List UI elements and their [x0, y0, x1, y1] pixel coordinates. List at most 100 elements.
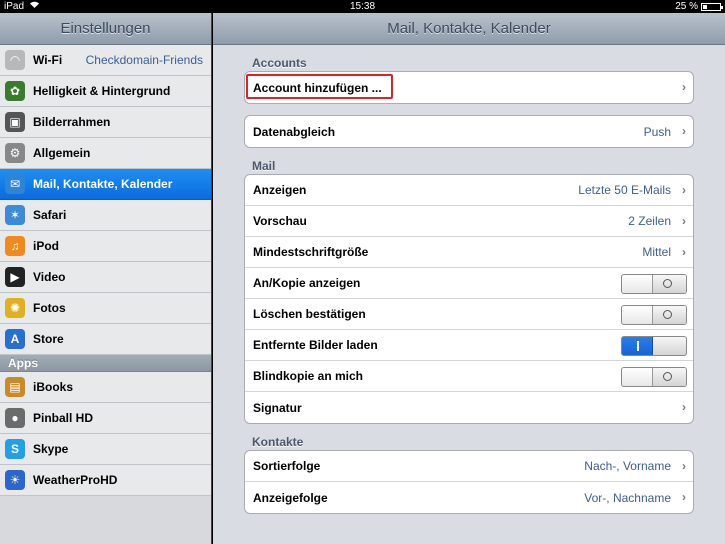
weather-icon: ☀	[5, 470, 25, 490]
sidebar-item-video[interactable]: ▶ Video	[0, 262, 211, 293]
sidebar-item-wi-fi[interactable]: ◠ Wi-Fi Checkdomain-Friends	[0, 45, 211, 76]
chevron-right-icon: ›	[682, 214, 686, 228]
apps-section-header: Apps	[0, 355, 211, 372]
contacts-label: Kontakte	[252, 435, 304, 449]
settings-row[interactable]: Anzeigefolge Vor-, Nachname ›	[245, 482, 693, 513]
sidebar-item-fotos[interactable]: ✺ Fotos	[0, 293, 211, 324]
mail-group: Anzeigen Letzte 50 E-Mails › Vorschau 2 Zeil…	[244, 174, 694, 424]
sidebar-item-store[interactable]: A Store	[0, 324, 211, 355]
row-label: Entfernte Bilder laden	[253, 338, 378, 352]
fetch-label: Datenabgleich	[253, 124, 336, 139]
chevron-right-icon: ›	[682, 459, 686, 473]
sidebar-item-label: Bilderrahmen	[33, 115, 111, 129]
sidebar-item-value: Checkdomain-Friends	[85, 53, 203, 67]
sidebar-item-label: Store	[33, 332, 64, 346]
row-label: Blindkopie an mich	[253, 369, 364, 383]
add-account-row[interactable]: Account hinzufügen ... ›	[245, 72, 693, 103]
compass-icon: ✶	[5, 205, 25, 225]
clapper-icon: ▶	[5, 267, 25, 287]
row-label: An/Kopie anzeigen	[253, 276, 361, 290]
sidebar-item-label: Allgemein	[33, 146, 91, 160]
page-title: Mail, Kontakte, Kalender	[213, 13, 725, 45]
chevron-right-icon: ›	[682, 245, 686, 259]
music-icon: ♫	[5, 236, 25, 256]
battery-icon	[701, 2, 723, 11]
row-label: Mindestschriftgröße	[253, 245, 369, 259]
store-icon: A	[5, 329, 25, 349]
settings-row[interactable]: Blindkopie an mich	[245, 361, 693, 392]
row-value: Letzte 50 E-Mails	[578, 183, 671, 197]
sidebar-item-helligkeit-hintergrund[interactable]: ✿ Helligkeit & Hintergrund	[0, 76, 211, 107]
detail-content: Accounts Account hinzufügen ... › Datena…	[213, 45, 725, 514]
sidebar-item-mail-kontakte-kalender[interactable]: ✉ Mail, Kontakte, Kalender	[0, 169, 211, 200]
status-right: 25 %	[675, 0, 723, 13]
settings-row[interactable]: Vorschau 2 Zeilen ›	[245, 206, 693, 237]
toggle-switch[interactable]	[621, 336, 687, 356]
sidebar-item-pinball-hd[interactable]: ● Pinball HD	[0, 403, 211, 434]
sidebar-list: ◠ Wi-Fi Checkdomain-Friends ✿ Helligkeit & H…	[0, 45, 211, 355]
row-label: Löschen bestätigen	[253, 307, 366, 321]
chevron-right-icon: ›	[682, 490, 686, 504]
sidebar-item-bilderrahmen[interactable]: ▣ Bilderrahmen	[0, 107, 211, 138]
row-label: Sortierfolge	[253, 459, 321, 473]
chevron-right-icon: ›	[682, 183, 686, 197]
picture-frame-icon: ▣	[5, 112, 25, 132]
sidebar-item-skype[interactable]: S Skype	[0, 434, 211, 465]
settings-row[interactable]: Mindestschriftgröße Mittel ›	[245, 237, 693, 268]
clock: 15:38	[349, 1, 376, 12]
battery-percent: 25 %	[675, 1, 698, 12]
chevron-right-icon: ›	[682, 400, 686, 414]
gear-icon: ⚙	[5, 143, 25, 163]
sidebar-item-allgemein[interactable]: ⚙ Allgemein	[0, 138, 211, 169]
settings-row[interactable]: An/Kopie anzeigen	[245, 268, 693, 299]
settings-row[interactable]: Sortierfolge Nach-, Vorname ›	[245, 451, 693, 482]
chevron-right-icon: ›	[682, 80, 686, 94]
fetch-group: Datenabgleich Push ›	[244, 115, 694, 148]
sidebar-item-label: Safari	[33, 208, 67, 222]
settings-row[interactable]: Anzeigen Letzte 50 E-Mails ›	[245, 175, 693, 206]
row-label: Vorschau	[253, 214, 307, 228]
settings-row[interactable]: Signatur ›	[245, 392, 693, 423]
settings-row[interactable]: Löschen bestätigen	[245, 299, 693, 330]
sidebar-item-label: Video	[33, 270, 66, 284]
toggle-switch[interactable]	[621, 367, 687, 387]
chevron-right-icon: ›	[682, 124, 686, 138]
toggle-switch[interactable]	[621, 305, 687, 325]
accounts-group: Account hinzufügen ... ›	[244, 71, 694, 104]
apps-list: ▤ iBooks ● Pinball HD S Skype ☀ WeatherProHD	[0, 372, 211, 496]
row-label: Anzeigefolge	[253, 490, 328, 505]
sidebar-item-weatherprohd[interactable]: ☀ WeatherProHD	[0, 465, 211, 496]
sidebar-item-ipod[interactable]: ♫ iPod	[0, 231, 211, 262]
sidebar-item-safari[interactable]: ✶ Safari	[0, 200, 211, 231]
fetch-row[interactable]: Datenabgleich Push ›	[245, 116, 693, 147]
sidebar-item-ibooks[interactable]: ▤ iBooks	[0, 372, 211, 403]
fetch-value: Push	[643, 124, 671, 139]
mail-icon: ✉	[5, 174, 25, 194]
row-label: Anzeigen	[253, 183, 307, 197]
contacts-group: Sortierfolge Nach-, Vorname › Anzeigefolge V…	[244, 450, 694, 514]
detail-pane: Mail, Kontakte, Kalender Accounts Accoun…	[213, 13, 725, 544]
settings-row[interactable]: Entfernte Bilder laden	[245, 330, 693, 361]
status-bar: iPad 15:38 25 %	[0, 0, 725, 13]
toggle-switch[interactable]	[621, 274, 687, 294]
sidebar-item-label: Skype	[33, 442, 69, 456]
sidebar-item-label: WeatherProHD	[33, 473, 118, 487]
settings-sidebar: Einstellungen ◠ Wi-Fi Checkdomain-Friends ✿…	[0, 13, 212, 544]
pinball-icon: ●	[5, 408, 25, 428]
sunflower-icon: ✺	[5, 298, 25, 318]
wifi-icon: ◠	[5, 50, 25, 70]
mail-label: Mail	[252, 159, 276, 173]
sidebar-item-label: Wi-Fi	[33, 53, 63, 67]
highlight-box	[246, 74, 393, 99]
row-value: Mittel	[642, 245, 671, 259]
accounts-label: Accounts	[252, 56, 307, 70]
row-value: Vor-, Nachname	[584, 490, 671, 505]
row-value: 2 Zeilen	[628, 214, 671, 228]
book-icon: ▤	[5, 377, 25, 397]
row-value: Nach-, Vorname	[584, 459, 671, 473]
sidebar-title: Einstellungen	[0, 13, 211, 45]
skype-icon: S	[5, 439, 25, 459]
flower-icon: ✿	[5, 81, 25, 101]
sidebar-item-label: Mail, Kontakte, Kalender	[33, 177, 173, 191]
sidebar-item-label: Pinball HD	[33, 411, 94, 425]
